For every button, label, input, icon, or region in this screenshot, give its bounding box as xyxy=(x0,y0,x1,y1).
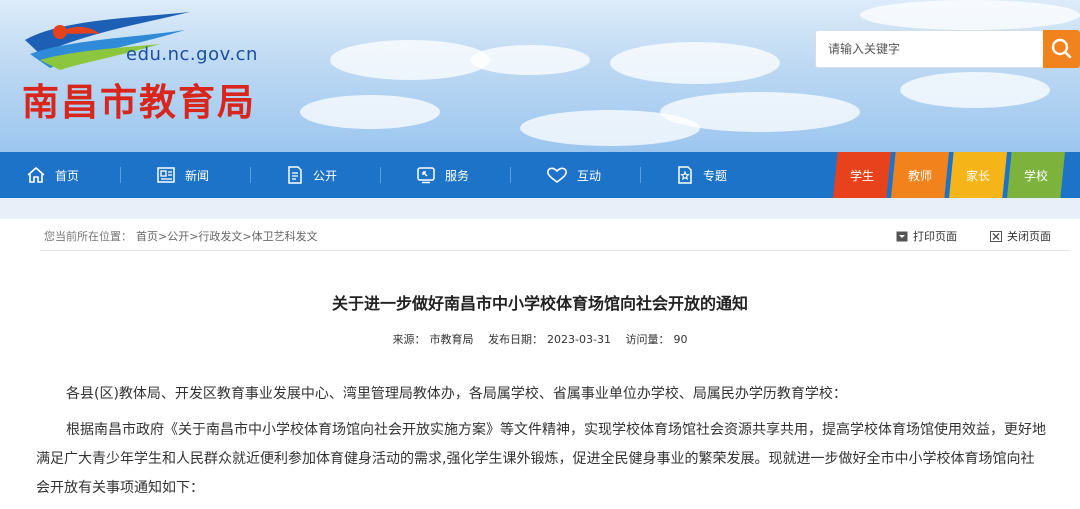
site-title: 南昌市教育局 xyxy=(22,81,256,124)
heart-icon xyxy=(547,167,567,183)
divider xyxy=(40,250,1070,251)
views-value: 90 xyxy=(673,333,688,346)
breadcrumb-path[interactable]: 首页>公开>行政发文>体卫艺科发文 xyxy=(136,228,318,244)
nav-item-news[interactable]: 新闻 xyxy=(156,152,209,198)
search-input[interactable] xyxy=(816,31,1040,67)
nav-label: 专题 xyxy=(703,168,728,183)
source-value: 市教育局 xyxy=(429,333,474,346)
role-tab-label: 学生 xyxy=(849,168,874,183)
date-value: 2023-03-31 xyxy=(547,333,611,346)
role-tab-teacher[interactable]: 教师 xyxy=(891,152,949,198)
nav-divider xyxy=(510,167,511,183)
breadcrumb: 您当前所在位置： 首页>公开>行政发文>体卫艺科发文 打印页面 关闭页面 xyxy=(40,228,1060,244)
nav-label: 新闻 xyxy=(185,168,210,183)
search-button[interactable] xyxy=(1043,30,1080,68)
role-tab-label: 家长 xyxy=(965,168,990,183)
role-tab-label: 学校 xyxy=(1023,168,1048,183)
document-icon xyxy=(288,166,302,184)
site-domain: edu.nc.gov.cn xyxy=(126,44,258,65)
search-box xyxy=(815,30,1044,68)
role-tab-label: 教师 xyxy=(907,168,932,183)
header-banner: edu.nc.gov.cn 南昌市教育局 xyxy=(0,0,1080,152)
news-icon xyxy=(157,167,175,183)
nav-divider xyxy=(250,167,251,183)
nav-label: 互动 xyxy=(577,168,602,183)
role-tab-parent[interactable]: 家长 xyxy=(949,152,1007,198)
close-icon xyxy=(990,230,1002,242)
search-icon xyxy=(1051,38,1072,59)
breadcrumb-path-text: 首页>公开>行政发文>体卫艺科发文 xyxy=(136,230,318,243)
nav-label: 首页 xyxy=(55,168,80,183)
nav-divider xyxy=(640,167,641,183)
article-meta: 来源： 市教育局 发布日期： 2023-03-31 访问量： 90 xyxy=(0,331,1080,347)
article-paragraph: 根据南昌市政府《关于南昌市中小学校体育场馆向社会开放实施方案》等文件精神，实现学… xyxy=(36,422,1046,496)
home-icon xyxy=(27,166,45,183)
print-page-label: 打印页面 xyxy=(913,230,957,243)
nav-item-service[interactable]: 服务 xyxy=(416,152,469,198)
source-label: 来源： xyxy=(392,333,426,346)
nav-substrip xyxy=(0,198,1080,219)
nav-item-home[interactable]: 首页 xyxy=(26,152,79,198)
views-label: 访问量： xyxy=(625,333,670,346)
nav-item-special[interactable]: 专题 xyxy=(676,152,727,198)
special-topic-icon xyxy=(678,166,692,184)
role-tab-student[interactable]: 学生 xyxy=(833,152,891,198)
breadcrumb-label: 您当前所在位置： xyxy=(44,230,132,243)
nav-label: 服务 xyxy=(445,168,470,183)
nav-divider xyxy=(380,167,381,183)
article-title: 关于进一步做好南昌市中小学校体育场馆向社会开放的通知 xyxy=(331,294,748,313)
article-paragraph: 各县(区)教体局、开发区教育事业发展中心、湾里管理局教体办，各局属学校、省属事业… xyxy=(66,386,847,402)
close-page-label: 关闭页面 xyxy=(1007,230,1051,243)
date-label: 发布日期： xyxy=(488,333,544,346)
role-tab-school[interactable]: 学校 xyxy=(1007,152,1065,198)
print-icon xyxy=(896,231,908,241)
nav-label: 公开 xyxy=(313,168,338,183)
close-page-button[interactable]: 关闭页面 xyxy=(990,228,1051,244)
service-icon xyxy=(417,167,435,184)
nav-divider xyxy=(120,167,121,183)
print-page-button[interactable]: 打印页面 xyxy=(896,228,957,244)
nav-item-public[interactable]: 公开 xyxy=(286,152,337,198)
nav-item-interact[interactable]: 互动 xyxy=(546,152,601,198)
